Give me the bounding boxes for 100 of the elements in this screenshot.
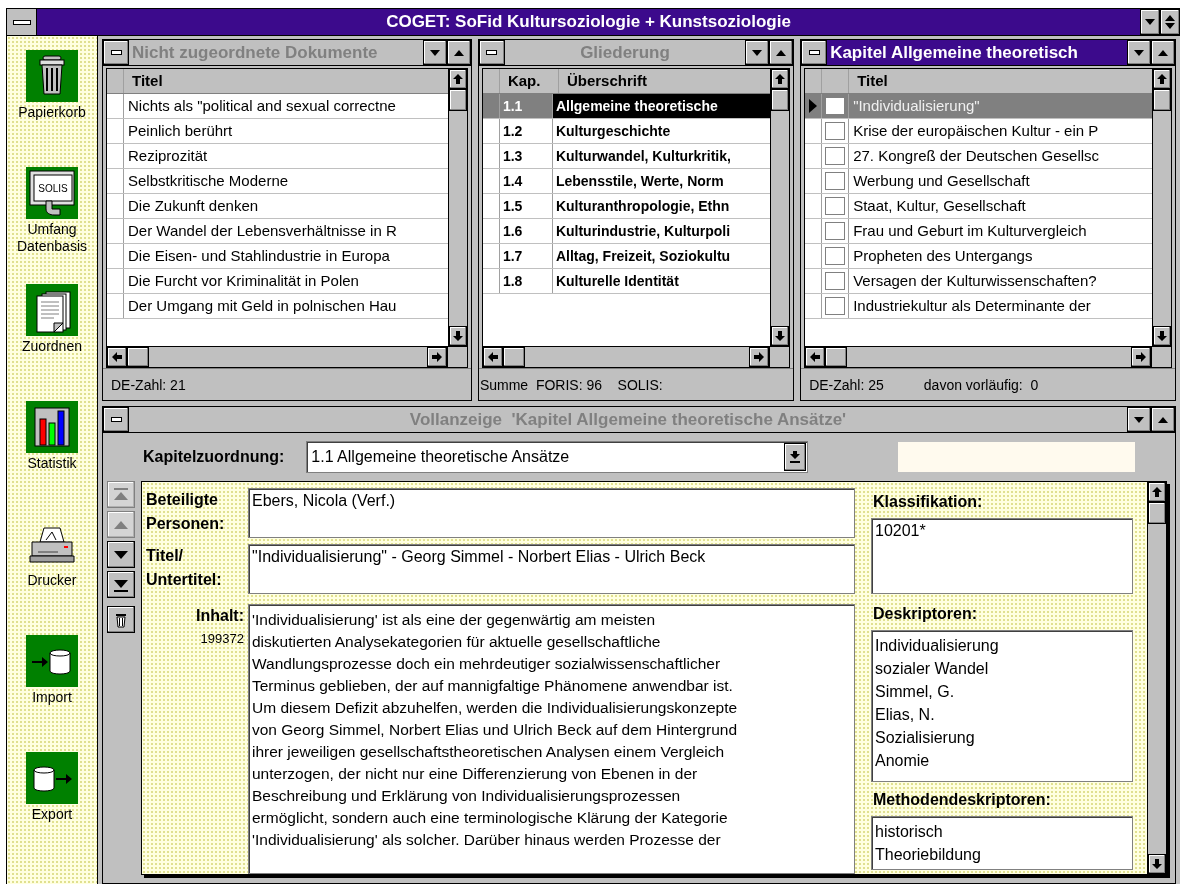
minimize-button[interactable]	[745, 40, 770, 65]
scroll-right-button[interactable]	[749, 347, 770, 367]
table-row[interactable]: Frau und Geburt im Kulturvergleich	[805, 219, 1152, 244]
table-row[interactable]: 1.8 Kulturelle Identität	[482, 269, 771, 294]
table-row[interactable]: Werbung und Gesellschaft	[805, 169, 1152, 194]
minimize-button[interactable]	[1127, 40, 1151, 65]
table-row[interactable]: "Individualisierung"	[805, 94, 1152, 119]
scroll-thumb[interactable]	[1148, 502, 1166, 524]
list-item[interactable]: Theoriebildung	[875, 843, 1129, 866]
scroll-up-button[interactable]	[448, 69, 467, 89]
list-item[interactable]: Individualisierung	[875, 634, 1129, 657]
sidebar-button[interactable]: Papierkorb	[8, 50, 96, 167]
vertical-scrollbar[interactable]	[447, 69, 467, 346]
scroll-thumb[interactable]	[825, 347, 848, 367]
checkbox[interactable]	[825, 97, 846, 115]
list-item[interactable]: Sozialisierung	[875, 726, 1129, 749]
column-header[interactable]: Überschrift	[558, 69, 771, 93]
sidebar-button[interactable]: Export	[8, 752, 96, 869]
horizontal-scrollbar[interactable]	[107, 347, 467, 367]
next-record-button[interactable]	[107, 541, 135, 568]
table-row[interactable]: 1.4 Lebensstile, Werte, Norm	[482, 169, 771, 194]
table-row[interactable]: Selbstkritische Moderne	[107, 169, 448, 194]
table-row[interactable]: Versagen der Kulturwissenschaften?	[805, 269, 1152, 294]
checkbox[interactable]	[825, 147, 846, 165]
table-row[interactable]: Staat, Kultur, Gesellschaft	[805, 194, 1152, 219]
table-row[interactable]: 1.3 Kulturwandel, Kulturkritik,	[482, 144, 771, 169]
vertical-scrollbar[interactable]	[770, 69, 790, 346]
list-item[interactable]: Simmel, G.	[875, 680, 1129, 703]
window-menu-button[interactable]	[7, 9, 37, 35]
chapter-dropdown[interactable]: 1.1 Allgemeine theoretische Ansätze	[306, 441, 809, 473]
list-item[interactable]: Elias, N.	[875, 703, 1129, 726]
checkbox[interactable]	[825, 272, 846, 290]
scroll-down-button[interactable]	[1148, 854, 1166, 874]
scroll-up-button[interactable]	[771, 69, 790, 89]
scroll-left-button[interactable]	[107, 347, 127, 367]
list-item[interactable]: historisch	[875, 820, 1129, 843]
table-row[interactable]: 1.5 Kulturanthropologie, Ethn	[482, 194, 771, 219]
scroll-left-button[interactable]	[805, 347, 826, 367]
checkbox[interactable]	[825, 247, 846, 265]
sidebar-button[interactable]: Statistik	[8, 401, 96, 518]
scroll-down-button[interactable]	[448, 326, 467, 346]
scroll-thumb[interactable]	[502, 347, 525, 367]
maximize-button[interactable]	[769, 40, 794, 65]
window-menu-button[interactable]	[103, 40, 129, 65]
scroll-down-button[interactable]	[771, 326, 790, 346]
scroll-up-button[interactable]	[1148, 482, 1166, 502]
scroll-left-button[interactable]	[482, 347, 503, 367]
table-row[interactable]: Reziprozität	[107, 144, 448, 169]
scroll-thumb[interactable]	[1153, 89, 1171, 111]
scroll-up-button[interactable]	[1153, 69, 1171, 89]
table-row[interactable]: Die Furcht vor Kriminalität in Polen	[107, 269, 448, 294]
column-header[interactable]: Kap.	[499, 69, 559, 93]
minimize-button[interactable]	[422, 40, 447, 65]
scroll-right-button[interactable]	[426, 347, 447, 367]
window-menu-button[interactable]	[478, 40, 505, 65]
window-menu-button[interactable]	[801, 40, 828, 65]
sidebar-button[interactable]: Drucker	[8, 518, 96, 635]
table-row[interactable]: 27. Kongreß der Deutschen Gesellsc	[805, 144, 1152, 169]
table-row[interactable]: 1.1 Allgemeine theoretische	[482, 94, 771, 119]
list-item[interactable]: sozialer Wandel	[875, 657, 1129, 680]
table-row[interactable]: Krise der europäischen Kultur - ein P	[805, 119, 1152, 144]
scroll-right-button[interactable]	[1131, 347, 1151, 367]
table-row[interactable]: Nichts als "political and sexual correctne	[107, 94, 448, 119]
scroll-thumb[interactable]	[448, 89, 467, 111]
table-row[interactable]: Die Zukunft denken	[107, 194, 448, 219]
vertical-scrollbar[interactable]	[1147, 482, 1166, 874]
scroll-down-button[interactable]	[1153, 326, 1171, 346]
content-field[interactable]: 'Individualisierung' ist als eine der gegenwärtig am meisten diskutierten Analysekategorien für aktuelle gesellschaftliche Wandlungsprozesse doch ein mehrdeutiger sozialwissenschaftlicher Terminus geblieben, der auf mannigfaltige Phänomene anwendbar ist. Um diesem Defizit abzuhelfen, werden die Individualisierungskonzepte von Georg Simmel, Norbert Elias und Ulrich Beck auf dem Hintergrund ihrer jeweiligen gesellschaftstheoretischen Analysen einem Vergleich unterzogen, der nicht nur eine Differenzierung von Ebenen in der Beschreibung und Erklärung von Individualisierungsprozessen ermöglicht, sondern auch eine terminologische Klärung der Kategorie 'Individualisierung' als solcher. Darüber hinaus werden Prozesse der	[248, 604, 855, 874]
checkbox[interactable]	[825, 197, 846, 215]
vertical-scrollbar[interactable]	[1152, 69, 1171, 346]
dropdown-button[interactable]	[784, 443, 807, 471]
window-menu-button[interactable]	[103, 407, 129, 432]
table-row[interactable]: Industriekultur als Determinante der	[805, 294, 1152, 319]
maximize-button[interactable]	[1151, 407, 1175, 432]
sidebar-button[interactable]: Import	[8, 635, 96, 752]
checkbox[interactable]	[825, 222, 846, 240]
checkbox[interactable]	[825, 297, 846, 315]
checkbox[interactable]	[825, 172, 846, 190]
text-field[interactable]: Ebers, Nicola (Verf.)	[248, 488, 855, 538]
maximize-button[interactable]	[446, 40, 471, 65]
table-row[interactable]: 1.6 Kulturindustrie, Kulturpoli	[482, 219, 771, 244]
table-row[interactable]: 1.2 Kulturgeschichte	[482, 119, 771, 144]
sidebar-button[interactable]: Zuordnen	[8, 284, 96, 401]
horizontal-scrollbar[interactable]	[805, 347, 1171, 367]
restore-button[interactable]	[1160, 9, 1180, 35]
last-record-button[interactable]	[107, 571, 135, 598]
table-row[interactable]: Peinlich berührt	[107, 119, 448, 144]
table-row[interactable]: Propheten des Untergangs	[805, 244, 1152, 269]
minimize-button[interactable]	[1140, 9, 1160, 35]
text-field[interactable]: 10201*	[871, 518, 1133, 594]
list-item[interactable]: Anomie	[875, 749, 1129, 772]
text-field[interactable]: "Individualisierung" - Georg Simmel - Norbert Elias - Ulrich Beck	[248, 544, 855, 594]
table-row[interactable]: 1.7 Alltag, Freizeit, Soziokultu	[482, 244, 771, 269]
minimize-button[interactable]	[1127, 407, 1151, 432]
table-row[interactable]: Die Eisen- und Stahlindustrie in Europa	[107, 244, 448, 269]
horizontal-scrollbar[interactable]	[482, 347, 790, 367]
sidebar-button[interactable]: SOLIS Umfang Datenbasis	[8, 167, 96, 284]
maximize-button[interactable]	[1151, 40, 1175, 65]
table-row[interactable]: Der Umgang mit Geld in polnischen Hau	[107, 294, 448, 319]
scroll-thumb[interactable]	[127, 347, 149, 367]
